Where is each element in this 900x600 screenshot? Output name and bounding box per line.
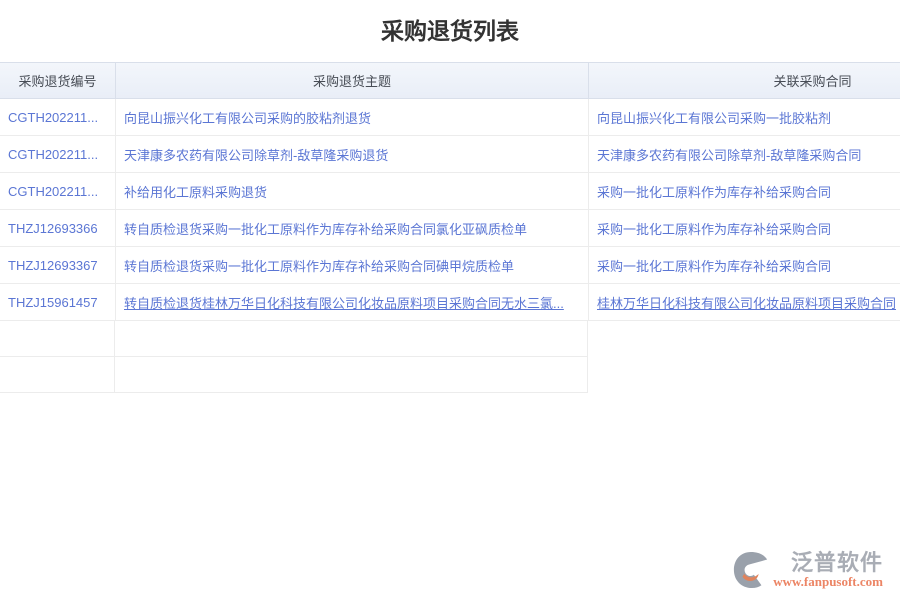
table-cell: CGTH202211... <box>0 173 115 209</box>
table-cell: THZJ12693367 <box>0 247 115 283</box>
return-subject-link[interactable]: 天津康多农药有限公司除草剂-敌草隆采购退货 <box>124 145 388 164</box>
purchase-return-table: 采购退货编号 采购退货主题 关联采购合同 CGTH202211... 向昆山振兴化… <box>0 62 900 393</box>
return-subject-link[interactable]: 向昆山振兴化工有限公司采购的胶粘剂退货 <box>124 108 371 127</box>
empty-cell <box>0 357 115 393</box>
table-row: THZJ15961457 转自质检退货桂林万华日化科技有限公司化妆品原料项目采购合… <box>0 284 900 321</box>
purchase-return-page: 采购退货列表 采购退货编号 采购退货主题 关联采购合同 CGTH202211..… <box>0 0 900 600</box>
table-cell: 天津康多农药有限公司除草剂-敌草隆采购合同 <box>588 136 900 172</box>
table-row: CGTH202211... 向昆山振兴化工有限公司采购的胶粘剂退货 向昆山振兴化工有… <box>0 99 900 136</box>
related-contract-link[interactable]: 桂林万华日化科技有限公司化妆品原料项目采购合同 <box>597 293 896 312</box>
watermark-brand: 泛普软件 <box>791 551 883 575</box>
empty-table-row <box>0 357 589 393</box>
table-cell: 转自质检退货采购一批化工原料作为库存补给采购合同氯化亚砜质检单 <box>115 210 588 246</box>
fanpu-watermark: 泛普软件 www.fanpusoft.com <box>732 551 883 589</box>
table-cell: THZJ12693366 <box>0 210 115 246</box>
table-cell: THZJ15961457 <box>0 284 115 320</box>
table-cell: CGTH202211... <box>0 136 115 172</box>
table-empty-rows <box>0 321 900 393</box>
return-code-link[interactable]: CGTH202211... <box>8 184 98 199</box>
related-contract-link[interactable]: 向昆山振兴化工有限公司采购一批胶粘剂 <box>597 108 831 127</box>
table-cell: 采购一批化工原料作为库存补给采购合同 <box>588 247 900 283</box>
table-header-row: 采购退货编号 采购退货主题 关联采购合同 <box>0 62 900 99</box>
empty-cell <box>0 321 115 357</box>
related-contract-link[interactable]: 采购一批化工原料作为库存补给采购合同 <box>597 256 831 275</box>
table-cell: 天津康多农药有限公司除草剂-敌草隆采购退货 <box>115 136 588 172</box>
return-subject-link[interactable]: 转自质检退货桂林万华日化科技有限公司化妆品原料项目采购合同无水三氯... <box>124 293 564 312</box>
table-row: CGTH202211... 天津康多农药有限公司除草剂-敌草隆采购退货 天津康多农药… <box>0 136 900 173</box>
table-row: THZJ12693366 转自质检退货采购一批化工原料作为库存补给采购合同氯化亚砜… <box>0 210 900 247</box>
table-cell: 转自质检退货桂林万华日化科技有限公司化妆品原料项目采购合同无水三氯... <box>115 284 588 320</box>
empty-table-row <box>0 321 589 357</box>
return-code-link[interactable]: CGTH202211... <box>8 147 98 162</box>
return-code-link[interactable]: THZJ12693367 <box>8 258 98 273</box>
table-cell: 向昆山振兴化工有限公司采购一批胶粘剂 <box>588 99 900 135</box>
related-contract-link[interactable]: 天津康多农药有限公司除草剂-敌草隆采购合同 <box>597 145 861 164</box>
fanpu-logo-icon <box>732 551 770 589</box>
watermark-url: www.fanpusoft.com <box>773 575 883 589</box>
table-cell: 采购一批化工原料作为库存补给采购合同 <box>588 173 900 209</box>
table-body: CGTH202211... 向昆山振兴化工有限公司采购的胶粘剂退货 向昆山振兴化工有… <box>0 99 900 321</box>
return-code-link[interactable]: CGTH202211... <box>8 110 98 125</box>
table-cell: 补给用化工原料采购退货 <box>115 173 588 209</box>
return-code-link[interactable]: THZJ12693366 <box>8 221 98 236</box>
related-contract-link[interactable]: 采购一批化工原料作为库存补给采购合同 <box>597 182 831 201</box>
page-title: 采购退货列表 <box>0 16 900 46</box>
empty-cell <box>115 321 588 357</box>
return-code-link[interactable]: THZJ15961457 <box>8 295 98 310</box>
return-subject-link[interactable]: 补给用化工原料采购退货 <box>124 182 267 201</box>
return-subject-link[interactable]: 转自质检退货采购一批化工原料作为库存补给采购合同碘甲烷质检单 <box>124 256 514 275</box>
table-row: THZJ12693367 转自质检退货采购一批化工原料作为库存补给采购合同碘甲烷质… <box>0 247 900 284</box>
table-cell: 转自质检退货采购一批化工原料作为库存补给采购合同碘甲烷质检单 <box>115 247 588 283</box>
table-row: CGTH202211... 补给用化工原料采购退货 采购一批化工原料作为库存补给采购… <box>0 173 900 210</box>
column-header-return-code: 采购退货编号 <box>0 63 115 98</box>
table-cell: 采购一批化工原料作为库存补给采购合同 <box>588 210 900 246</box>
column-header-return-subject: 采购退货主题 <box>115 63 588 98</box>
empty-cell <box>115 357 588 393</box>
column-header-related-contract: 关联采购合同 <box>588 63 900 98</box>
table-cell: 桂林万华日化科技有限公司化妆品原料项目采购合同 <box>588 284 900 320</box>
watermark-text: 泛普软件 www.fanpusoft.com <box>773 551 883 589</box>
related-contract-link[interactable]: 采购一批化工原料作为库存补给采购合同 <box>597 219 831 238</box>
table-cell: 向昆山振兴化工有限公司采购的胶粘剂退货 <box>115 99 588 135</box>
return-subject-link[interactable]: 转自质检退货采购一批化工原料作为库存补给采购合同氯化亚砜质检单 <box>124 219 527 238</box>
table-cell: CGTH202211... <box>0 99 115 135</box>
